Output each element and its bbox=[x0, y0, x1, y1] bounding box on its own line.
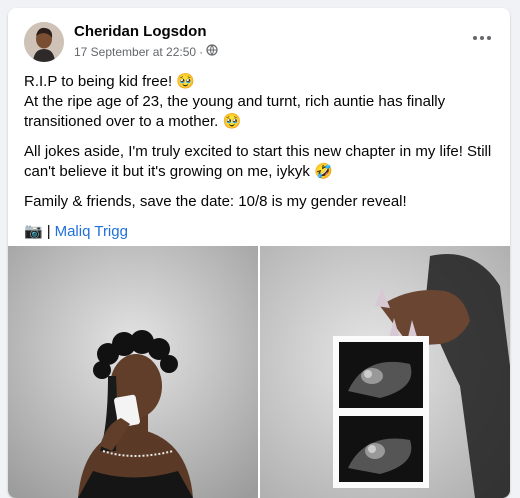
avatar[interactable] bbox=[24, 22, 64, 62]
post-timestamp[interactable]: 17 September at 22:50 bbox=[74, 45, 196, 59]
globe-icon[interactable] bbox=[206, 44, 218, 59]
more-options-icon bbox=[473, 36, 491, 40]
post-line-2: At the ripe age of 23, the young and tur… bbox=[24, 93, 446, 130]
photo-ultrasound-held-up[interactable] bbox=[260, 246, 510, 498]
photo-woman-with-floral-crown[interactable] bbox=[8, 246, 258, 498]
post-text: R.I.P to being kid free! 🥹 At the ripe a… bbox=[24, 72, 498, 252]
photo-credit: 📷 | Maliq Trigg bbox=[24, 222, 498, 242]
more-options-button[interactable] bbox=[468, 28, 496, 48]
credit-separator: | bbox=[46, 223, 51, 240]
post-meta: 17 September at 22:50 · bbox=[74, 44, 218, 59]
meta-separator: · bbox=[199, 44, 204, 59]
post-card: Cheridan Logsdon 17 September at 22:50 ·… bbox=[8, 8, 510, 498]
credit-link[interactable]: Maliq Trigg bbox=[55, 222, 128, 242]
camera-icon: 📷 bbox=[24, 223, 43, 240]
post-header: Cheridan Logsdon 17 September at 22:50 · bbox=[8, 8, 510, 66]
post-line-3: All jokes aside, I'm truly excited to st… bbox=[24, 143, 492, 180]
post-line-1: R.I.P to being kid free! 🥹 bbox=[24, 73, 195, 90]
author-name[interactable]: Cheridan Logsdon bbox=[74, 23, 207, 40]
post-line-4: Family & friends, save the date: 10/8 is… bbox=[24, 193, 407, 210]
photo-grid bbox=[8, 246, 510, 498]
